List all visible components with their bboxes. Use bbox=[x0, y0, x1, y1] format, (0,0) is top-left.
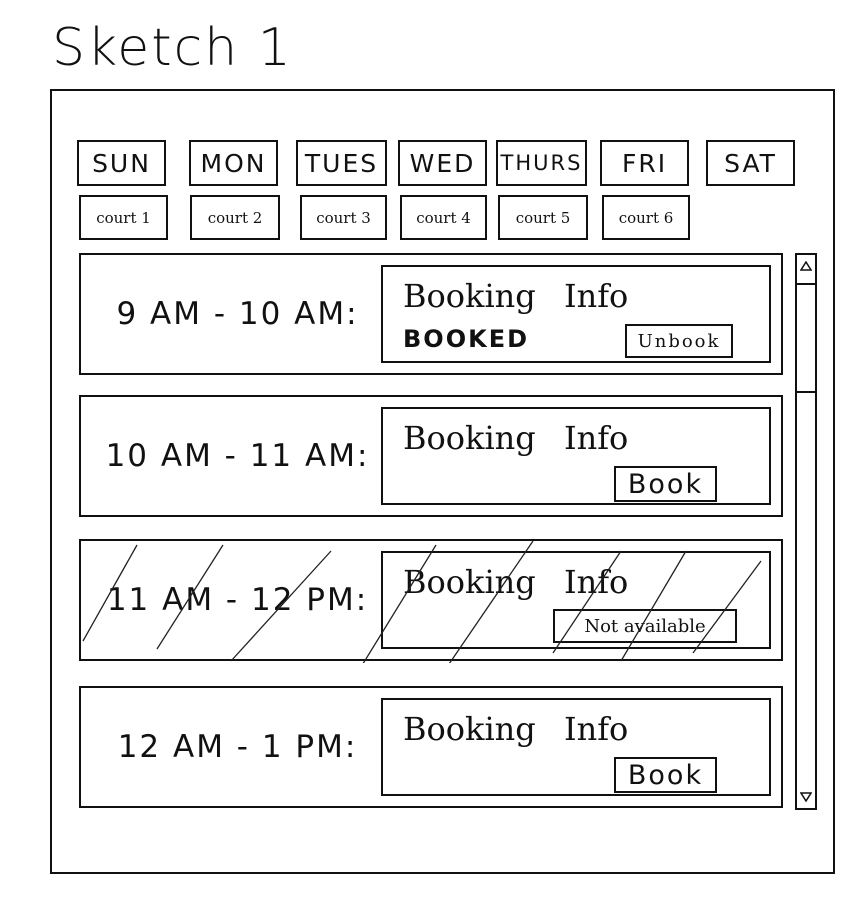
sketch-title: Sketch 1 bbox=[52, 18, 293, 78]
booking-info-title: Booking Info bbox=[403, 419, 629, 457]
tab-court-3[interactable]: court 3 bbox=[300, 195, 387, 240]
triangle-up-icon bbox=[800, 261, 812, 271]
booking-info-panel: Booking Info Book bbox=[381, 698, 771, 796]
triangle-down-icon bbox=[800, 792, 812, 802]
booking-info-panel: Booking Info Book bbox=[381, 407, 771, 505]
slot-time-label: 12 AM - 1 PM: bbox=[117, 729, 358, 765]
tab-day-fri[interactable]: FRI bbox=[600, 140, 689, 186]
tab-day-thurs[interactable]: THURS bbox=[496, 140, 587, 186]
scroll-down-button[interactable] bbox=[797, 786, 815, 808]
time-slot-row: 9 AM - 10 AM: Booking Info BOOKED Unbook bbox=[79, 253, 783, 375]
slot-time-label: 10 AM - 11 AM: bbox=[105, 438, 370, 474]
scroll-up-button[interactable] bbox=[797, 255, 815, 277]
time-slot-row-unavailable: 11 AM - 12 PM: Booking Info Not availabl… bbox=[79, 539, 783, 663]
time-slot-row: 10 AM - 11 AM: Booking Info Book bbox=[79, 395, 783, 517]
tab-court-5[interactable]: court 5 bbox=[498, 195, 588, 240]
booking-info-title: Booking Info bbox=[403, 710, 629, 748]
tab-day-sun[interactable]: SUN bbox=[77, 140, 166, 186]
tab-day-tues[interactable]: TUES bbox=[296, 140, 387, 186]
time-slot-row: 12 AM - 1 PM: Booking Info Book bbox=[79, 686, 783, 808]
booking-info-title: Booking Info bbox=[403, 563, 629, 601]
tab-day-wed[interactable]: WED bbox=[398, 140, 487, 186]
not-available-button: Not available bbox=[553, 609, 737, 643]
book-button[interactable]: Book bbox=[614, 757, 717, 793]
tab-court-4[interactable]: court 4 bbox=[400, 195, 487, 240]
tab-day-mon[interactable]: MON bbox=[189, 140, 278, 186]
booking-info-panel: Booking Info Not available bbox=[381, 551, 771, 649]
book-button[interactable]: Book bbox=[614, 466, 717, 502]
tab-court-2[interactable]: court 2 bbox=[190, 195, 280, 240]
tab-court-6[interactable]: court 6 bbox=[602, 195, 690, 240]
tab-day-sat[interactable]: SAT bbox=[706, 140, 795, 186]
scrollbar-thumb[interactable] bbox=[797, 283, 815, 393]
booking-info-panel: Booking Info BOOKED Unbook bbox=[381, 265, 771, 363]
tab-court-1[interactable]: court 1 bbox=[79, 195, 168, 240]
slot-time-label: 9 AM - 10 AM: bbox=[116, 296, 359, 332]
unbook-button[interactable]: Unbook bbox=[625, 324, 733, 358]
slot-time-label: 11 AM - 12 PM: bbox=[106, 582, 369, 618]
vertical-scrollbar[interactable] bbox=[795, 253, 817, 810]
booking-info-title: Booking Info bbox=[403, 277, 629, 315]
booking-status: BOOKED bbox=[403, 325, 530, 353]
